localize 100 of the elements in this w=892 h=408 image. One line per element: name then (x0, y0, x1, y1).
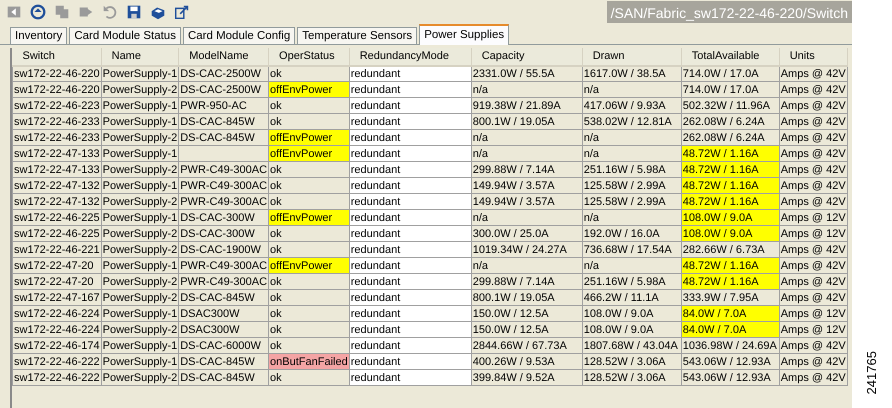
path-label: /SAN/Fabric_sw172-22-46-220/Switch (606, 1, 852, 23)
table-cell: Amps @ 42V (779, 370, 848, 386)
table-cell: 149.94W / 3.57A (471, 194, 582, 210)
table-cell: sw172-22-46-222 (12, 354, 102, 370)
table-cell: redundant (349, 114, 472, 130)
table-cell: 128.52W / 3.06A (582, 370, 682, 386)
table-cell: redundant (349, 274, 472, 290)
table-cell: 300.0W / 25.0A (471, 226, 582, 242)
column-header[interactable]: Switch (12, 48, 102, 66)
table-cell: sw172-22-46-174 (12, 338, 102, 354)
table-cell: PWR-C49-300AC (178, 258, 269, 274)
table-cell: ok (268, 370, 350, 386)
table-cell: redundant (349, 226, 472, 242)
table-cell: sw172-22-46-224 (12, 306, 102, 322)
column-header[interactable]: Drawn (582, 48, 682, 66)
table-cell: redundant (349, 290, 472, 306)
table-cell: redundant (349, 146, 472, 162)
table-cell: sw172-22-46-221 (12, 242, 102, 258)
table-cell: redundant (349, 98, 472, 114)
table-cell: 128.52W / 3.06A (582, 354, 682, 370)
table-cell: sw172-22-46-220 (12, 82, 102, 98)
table-cell: redundant (349, 82, 472, 98)
table-cell: PowerSupply-1 (101, 178, 179, 194)
save-icon[interactable] (125, 3, 143, 21)
table-cell: Amps @ 42V (779, 178, 848, 194)
column-header[interactable]: Capacity (471, 48, 582, 66)
table-cell: PowerSupply-2 (101, 130, 179, 146)
table-cell: 1617.0W / 38.5A (582, 66, 682, 82)
table-cell: n/a (582, 130, 682, 146)
table-cell: 502.32W / 11.96A (681, 98, 780, 114)
table-cell: ok (268, 290, 350, 306)
table-cell: 48.72W / 1.16A (681, 194, 780, 210)
table-cell: 919.38W / 21.89A (471, 98, 582, 114)
table-cell: Amps @ 42V (779, 354, 848, 370)
table-cell: DS-CAC-845W (178, 130, 269, 146)
table-cell: redundant (349, 194, 472, 210)
table-cell: 543.06W / 12.93A (681, 354, 780, 370)
table-cell: redundant (349, 322, 472, 338)
table-cell: 2331.0W / 55.5A (471, 66, 582, 82)
table-cell: 48.72W / 1.16A (681, 258, 780, 274)
tab[interactable]: Temperature Sensors (297, 27, 418, 44)
table-cell: Amps @ 42V (779, 258, 848, 274)
table-cell: 125.58W / 2.99A (582, 178, 682, 194)
table-cell: 48.72W / 1.16A (681, 146, 780, 162)
table-cell: sw172-22-46-222 (12, 370, 102, 386)
table-cell: n/a (471, 146, 582, 162)
table-cell: DSAC300W (178, 306, 269, 322)
table-cell: sw172-22-47-133 (12, 146, 102, 162)
refresh-icon[interactable] (29, 3, 47, 21)
table-cell: Amps @ 42V (779, 290, 848, 306)
table-cell: Amps @ 42V (779, 194, 848, 210)
tab[interactable]: Inventory (10, 27, 68, 44)
table-cell: 1036.98W / 24.69A (681, 338, 780, 354)
table-cell: sw172-22-46-220 (12, 66, 102, 82)
table-cell: PWR-C49-300AC (178, 178, 269, 194)
table-cell: Amps @ 42V (779, 338, 848, 354)
table-cell: 299.88W / 7.14A (471, 274, 582, 290)
table-cell: 48.72W / 1.16A (681, 162, 780, 178)
column-header[interactable]: OperStatus (268, 48, 350, 66)
table-cell: PowerSupply-2 (101, 82, 179, 98)
column-header[interactable]: RedundancyMode (349, 48, 472, 66)
table-cell: DS-CAC-845W (178, 114, 269, 130)
table-cell: PowerSupply-1 (101, 338, 179, 354)
table-cell: 466.2W / 11.1A (582, 290, 682, 306)
table-cell: 2844.66W / 67.73A (471, 338, 582, 354)
tab[interactable]: Card Module Config (182, 27, 296, 44)
table-cell: PowerSupply-2 (101, 194, 179, 210)
table-cell: Amps @ 42V (779, 66, 848, 82)
table-cell: Amps @ 42V (779, 114, 848, 130)
table-cell: DSAC300W (178, 322, 269, 338)
table-cell: Amps @ 42V (779, 162, 848, 178)
column-header[interactable]: ModelName (178, 48, 269, 66)
table-cell: 800.1W / 19.05A (471, 114, 582, 130)
tab[interactable]: Card Module Status (69, 27, 181, 44)
table-cell: PWR-C49-300AC (178, 274, 269, 290)
column-header[interactable]: Units (779, 48, 848, 66)
table-cell: 543.06W / 12.93A (681, 370, 780, 386)
table-cell: ok (268, 162, 350, 178)
column-header[interactable]: TotalAvailable (681, 48, 780, 66)
table-cell: ok (268, 226, 350, 242)
table-cell: offEnvPower (268, 146, 350, 162)
table-cell: ok (268, 274, 350, 290)
table-cell: redundant (349, 178, 472, 194)
column-header[interactable]: Name (101, 48, 179, 66)
table-cell: DS-CAC-845W (178, 354, 269, 370)
table-cell: DS-CAC-2500W (178, 66, 269, 82)
table-cell: n/a (471, 210, 582, 226)
table-cell: DS-CAC-6000W (178, 338, 269, 354)
table-cell: 714.0W / 17.0A (681, 82, 780, 98)
export-icon[interactable] (173, 3, 191, 21)
table-cell: PowerSupply-2 (101, 322, 179, 338)
table-cell: Amps @ 42V (779, 242, 848, 258)
table-cell: 399.84W / 9.52A (471, 370, 582, 386)
table-cell: DS-CAC-1900W (178, 242, 269, 258)
table-cell: sw172-22-47-133 (12, 162, 102, 178)
table-cell: PWR-C49-300AC (178, 162, 269, 178)
table-cell: 149.94W / 3.57A (471, 178, 582, 194)
table-cell: offEnvPower (268, 258, 350, 274)
tab[interactable]: Power Supplies (419, 24, 510, 45)
table-cell: sw172-22-46-233 (12, 114, 102, 130)
